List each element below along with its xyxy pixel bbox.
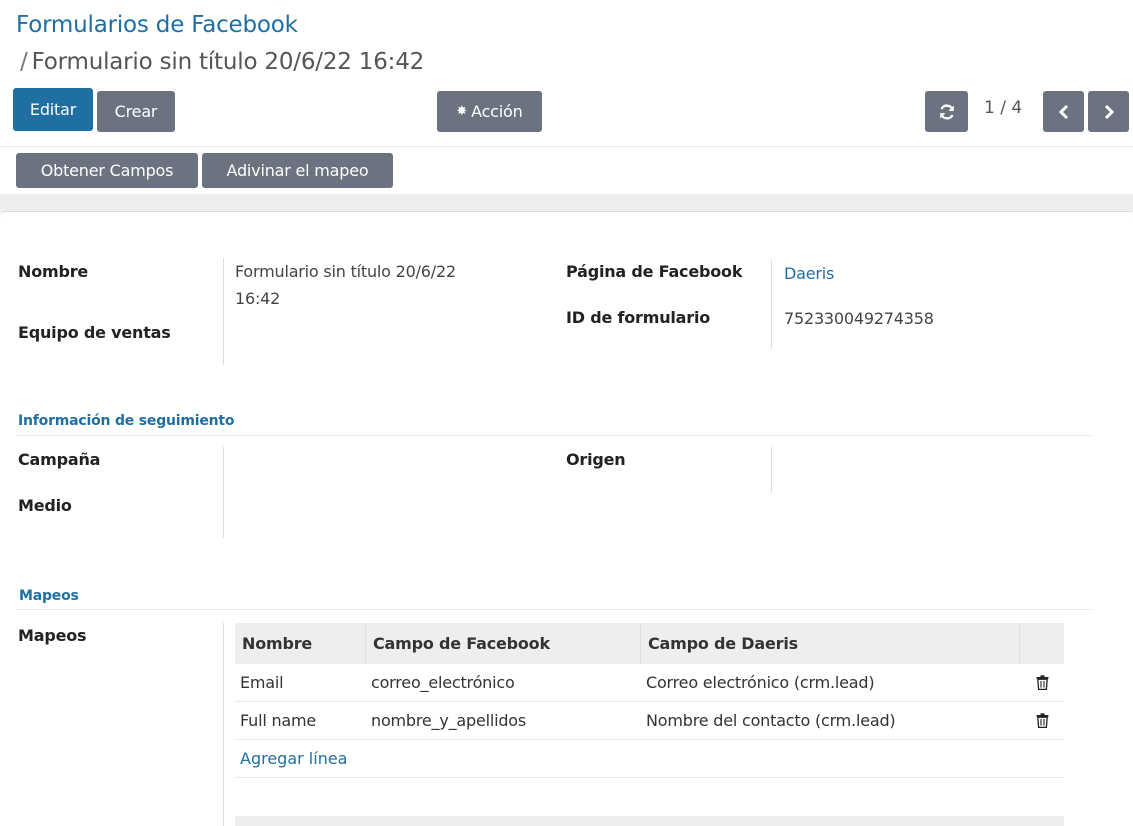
column-header-daeris-field[interactable]: Campo de Daeris xyxy=(641,623,1020,664)
action-button[interactable]: ✸ Acción xyxy=(437,91,542,132)
name-label: Nombre xyxy=(18,262,89,281)
tracking-section-title: Información de seguimiento xyxy=(18,413,235,429)
trash-icon xyxy=(1036,713,1048,728)
row-daeris-field-cell: Nombre del contacto (crm.lead) xyxy=(646,711,896,730)
mappings-section-title: Mapeos xyxy=(19,588,79,604)
campaign-label: Campaña xyxy=(18,450,101,469)
chevron-left-icon xyxy=(1058,104,1068,119)
table-header: Nombre Campo de Facebook Campo de Daeris xyxy=(235,623,1064,664)
sales-team-label: Equipo de ventas xyxy=(18,323,171,342)
guess-mapping-button[interactable]: Adivinar el mapeo xyxy=(202,153,393,188)
breadcrumb-separator: / xyxy=(20,49,28,75)
main-left-divider xyxy=(223,258,224,365)
breadcrumb-current-label: Formulario sin título 20/6/22 16:42 xyxy=(31,49,425,75)
column-header-name[interactable]: Nombre xyxy=(235,623,366,664)
table-footer xyxy=(235,816,1064,826)
delete-row-button[interactable] xyxy=(1020,664,1064,701)
action-label: Acción xyxy=(471,102,523,121)
mappings-section-rule xyxy=(16,609,1091,610)
row-name-cell: Full name xyxy=(240,711,317,730)
tracking-section-rule xyxy=(16,435,1091,436)
main-right-divider xyxy=(771,260,772,349)
gear-icon: ✸ xyxy=(456,104,468,119)
chevron-right-icon xyxy=(1104,104,1114,119)
breadcrumb-current: / Formulario sin título 20/6/22 16:42 xyxy=(20,49,424,75)
row-name-cell: Email xyxy=(240,673,284,692)
row-facebook-field-cell: correo_electrónico xyxy=(371,673,515,692)
row-daeris-field-cell: Correo electrónico (crm.lead) xyxy=(646,673,875,692)
previous-record-button[interactable] xyxy=(1043,91,1084,132)
refresh-button[interactable] xyxy=(925,91,968,132)
table-row[interactable]: Full name nombre_y_apellidos Nombre del … xyxy=(235,702,1064,740)
facebook-page-link[interactable]: Daeris xyxy=(784,260,834,287)
edit-button[interactable]: Editar xyxy=(13,88,93,131)
delete-row-button[interactable] xyxy=(1020,702,1064,739)
get-fields-button[interactable]: Obtener Campos xyxy=(16,153,198,188)
mappings-label: Mapeos xyxy=(18,626,87,645)
breadcrumb-root-link[interactable]: Formularios de Facebook xyxy=(16,12,298,38)
pager-value[interactable]: 1 / 4 xyxy=(984,98,1022,118)
facebook-page-label: Página de Facebook xyxy=(566,262,743,281)
tracking-left-divider xyxy=(223,447,224,538)
refresh-icon xyxy=(939,103,954,120)
add-line-link[interactable]: Agregar línea xyxy=(235,740,1064,778)
form-background-band xyxy=(0,194,1133,212)
tracking-right-divider xyxy=(771,447,772,493)
row-facebook-field-cell: nombre_y_apellidos xyxy=(371,711,527,730)
name-value: Formulario sin título 20/6/22 16:42 xyxy=(235,258,456,312)
form-id-value: 752330049274358 xyxy=(784,309,934,328)
column-header-facebook-field[interactable]: Campo de Facebook xyxy=(366,623,641,664)
trash-icon xyxy=(1036,675,1048,690)
column-header-actions xyxy=(1020,623,1064,664)
medium-label: Medio xyxy=(18,496,72,515)
create-button[interactable]: Crear xyxy=(97,91,175,132)
next-record-button[interactable] xyxy=(1088,91,1129,132)
name-value-line2: 16:42 xyxy=(235,289,281,308)
form-id-label: ID de formulario xyxy=(566,308,711,327)
source-label: Origen xyxy=(566,450,626,469)
table-row[interactable]: Email correo_electrónico Correo electrón… xyxy=(235,664,1064,702)
name-value-line1: Formulario sin título 20/6/22 xyxy=(235,262,456,281)
control-panel-divider xyxy=(0,146,1133,147)
mappings-table: Nombre Campo de Facebook Campo de Daeris… xyxy=(235,623,1064,778)
mappings-left-divider xyxy=(223,623,224,826)
